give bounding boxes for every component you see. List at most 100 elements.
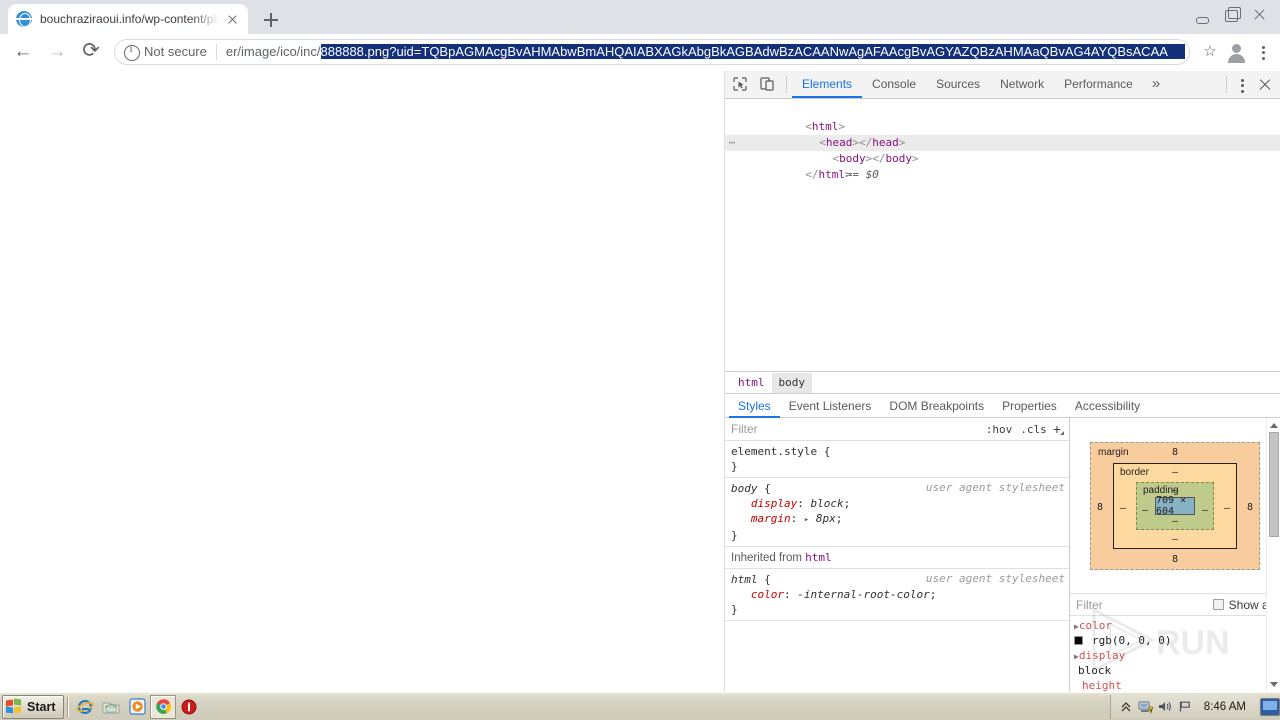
color-swatch[interactable] xyxy=(1074,636,1083,645)
devtools-tab-elements[interactable]: Elements xyxy=(792,71,862,98)
style-rule-element-style[interactable]: element.style { } xyxy=(725,441,1069,478)
forward-button[interactable] xyxy=(42,37,72,67)
box-model-padding-left[interactable]: – xyxy=(1142,505,1148,516)
computed-filter-input[interactable]: Filter xyxy=(1076,598,1213,612)
rule-selector[interactable]: element.style xyxy=(731,445,817,458)
new-tab-button[interactable] xyxy=(258,7,284,33)
box-model-padding-bottom[interactable]: – xyxy=(1137,516,1213,527)
more-tabs-chevron-icon[interactable]: » xyxy=(1143,71,1169,98)
box-model-border-top[interactable]: – xyxy=(1114,467,1236,478)
box-model-margin-top[interactable]: 8 xyxy=(1091,447,1259,458)
computed-filter-row: Filter Show all xyxy=(1070,594,1280,616)
flag-icon[interactable] xyxy=(1176,697,1196,717)
cls-toggle-button[interactable]: .cls xyxy=(1016,423,1051,436)
taskbar-clock[interactable]: 8:46 AM xyxy=(1196,701,1254,713)
devtools-tab-console[interactable]: Console xyxy=(862,71,926,98)
box-model-padding[interactable]: padding – – – – 709 × 604 xyxy=(1136,481,1214,530)
box-model-border-left[interactable]: – xyxy=(1120,503,1126,514)
new-style-rule-button[interactable]: + xyxy=(1051,421,1065,437)
devtools-kebab-menu-icon[interactable] xyxy=(1232,72,1252,98)
shield-stop-icon[interactable] xyxy=(176,695,202,719)
box-model-margin-right[interactable]: 8 xyxy=(1247,502,1253,513)
browser-toolbar: Not secure er/image/ico/inc/888888.png?u… xyxy=(0,34,1280,70)
box-model-border-right[interactable]: – xyxy=(1224,503,1230,514)
show-hidden-icons-button[interactable] xyxy=(1116,697,1136,717)
show-desktop-button[interactable] xyxy=(1260,697,1280,716)
css-property-name[interactable]: color xyxy=(751,588,784,601)
dom-tree[interactable]: <html> <head></head> ⋯ <body></body> == … xyxy=(725,99,1280,371)
internet-explorer-icon[interactable] xyxy=(72,695,98,719)
css-property-name[interactable]: display xyxy=(751,497,797,510)
start-button[interactable]: Start xyxy=(2,694,65,719)
explorer-folder-icon[interactable] xyxy=(98,695,124,719)
close-tab-icon[interactable] xyxy=(224,11,240,27)
devtools-tab-performance[interactable]: Performance xyxy=(1054,71,1143,98)
show-all-checkbox[interactable] xyxy=(1212,599,1224,610)
styles-tab-event-listeners[interactable]: Event Listeners xyxy=(780,394,881,418)
devtools-tab-sources[interactable]: Sources xyxy=(926,71,990,98)
close-devtools-icon[interactable] xyxy=(1252,72,1278,98)
dom-line-selected[interactable]: ⋯ <body></body> == $0 xyxy=(725,135,1280,181)
rule-selector[interactable]: html xyxy=(731,573,758,586)
computed-property-row[interactable]: height xyxy=(1070,678,1280,692)
rule-origin: user agent stylesheet xyxy=(925,481,1065,494)
dom-line[interactable]: <html> xyxy=(725,103,1280,133)
media-player-icon[interactable] xyxy=(124,695,150,719)
address-bar[interactable]: Not secure er/image/ico/inc/888888.png?u… xyxy=(114,38,1190,65)
devtools-tab-network[interactable]: Network xyxy=(990,71,1054,98)
styles-filter-input[interactable]: Filter xyxy=(731,422,982,436)
style-rule-html[interactable]: user agent stylesheet html { color: -int… xyxy=(725,569,1069,621)
window-controls xyxy=(1187,0,1274,30)
chrome-icon[interactable] xyxy=(150,694,177,719)
bookmark-star-icon[interactable]: ☆ xyxy=(1198,40,1222,64)
computed-property-row[interactable]: ▶color xyxy=(1070,618,1280,633)
css-property-name[interactable]: margin xyxy=(751,512,791,525)
network-warning-icon[interactable] xyxy=(1136,697,1156,717)
computed-pane-scrollbar[interactable] xyxy=(1266,418,1280,692)
scroll-down-arrow-icon[interactable] xyxy=(1270,682,1278,687)
style-rule-body[interactable]: user agent stylesheet body { display: bl… xyxy=(725,478,1069,547)
chrome-menu-icon[interactable] xyxy=(1252,39,1274,65)
box-model-margin-bottom[interactable]: 8 xyxy=(1091,554,1259,565)
profile-avatar-icon[interactable] xyxy=(1224,39,1250,65)
box-model-diagram: margin 8 8 8 8 border – – – – padding – … xyxy=(1070,418,1280,594)
volume-icon[interactable] xyxy=(1156,697,1176,717)
inherited-from-tag[interactable]: html xyxy=(805,551,832,564)
expand-ellipsis-icon[interactable]: ⋯ xyxy=(725,135,739,151)
css-property-value[interactable]: 8px xyxy=(816,512,836,525)
maximize-button[interactable] xyxy=(1216,2,1245,28)
styles-tab-properties[interactable]: Properties xyxy=(993,394,1066,418)
rule-selector[interactable]: body xyxy=(731,482,758,495)
breadcrumb-body[interactable]: body xyxy=(771,372,812,393)
browser-tab[interactable]: bouchraziraoui.info/wp-content/plug xyxy=(8,4,248,34)
computed-property-row[interactable]: ▶display xyxy=(1070,648,1280,663)
styles-tab-dom-breakpoints[interactable]: DOM Breakpoints xyxy=(880,394,993,418)
styles-tab-styles[interactable]: Styles xyxy=(729,394,780,418)
box-model-content-size[interactable]: 709 × 604 xyxy=(1155,495,1195,517)
styles-tab-accessibility[interactable]: Accessibility xyxy=(1066,394,1149,418)
scrollbar-thumb[interactable] xyxy=(1269,432,1279,537)
box-model-margin[interactable]: margin 8 8 8 8 border – – – – padding – … xyxy=(1090,441,1260,570)
box-model-padding-right[interactable]: – xyxy=(1202,505,1208,516)
css-property-value[interactable]: block xyxy=(810,497,843,510)
devtools-toolbar-right xyxy=(1221,72,1278,98)
box-model-border-bottom[interactable]: – xyxy=(1114,534,1236,545)
css-property-value[interactable]: -internal-root-color xyxy=(797,588,929,601)
box-model-border[interactable]: border – – – – padding – – – – 709 × 604 xyxy=(1113,462,1237,549)
scroll-up-arrow-icon[interactable] xyxy=(1270,423,1278,428)
toggle-device-toolbar-icon[interactable] xyxy=(754,72,781,98)
windows-taskbar: Start 8:46 AM xyxy=(0,692,1280,720)
minimize-button[interactable] xyxy=(1187,2,1216,28)
box-model-margin-left[interactable]: 8 xyxy=(1097,502,1103,513)
back-button[interactable] xyxy=(8,37,38,67)
hov-toggle-button[interactable]: :hov xyxy=(982,423,1017,436)
devtools-toolbar: Elements Console Sources Network Perform… xyxy=(725,71,1280,99)
close-window-button[interactable] xyxy=(1245,2,1274,28)
breadcrumb-html[interactable]: html xyxy=(731,373,772,393)
computed-properties-list: ▶color rgb(0, 0, 0) ▶display block heigh… xyxy=(1070,616,1280,692)
reload-button[interactable] xyxy=(76,36,106,67)
expand-triangle-icon[interactable]: ▸ xyxy=(804,515,809,525)
inspect-element-icon[interactable] xyxy=(727,72,754,98)
not-secure-info-icon[interactable] xyxy=(123,43,140,61)
system-tray: 8:46 AM xyxy=(1109,694,1258,719)
